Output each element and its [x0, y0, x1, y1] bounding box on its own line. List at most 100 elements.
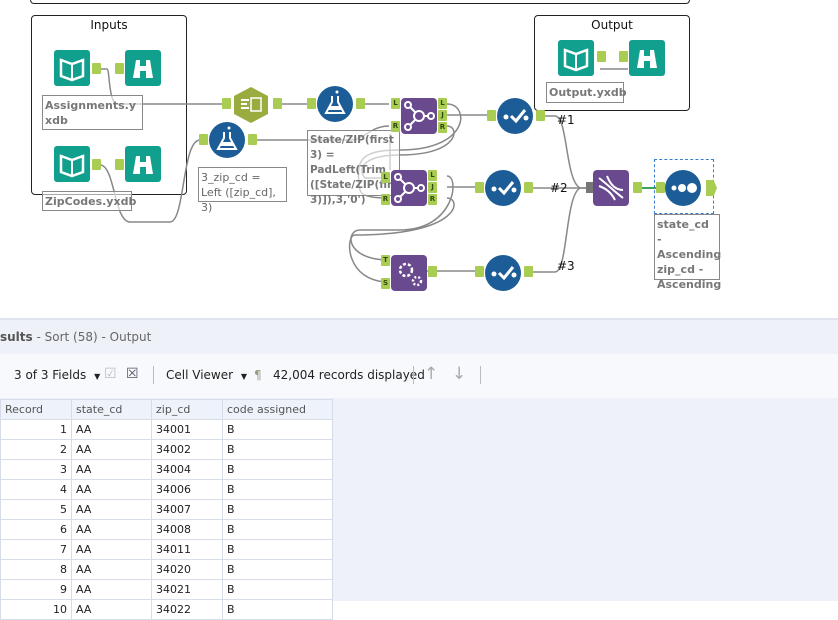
- table-cell[interactable]: 3: [0, 459, 72, 480]
- input-port[interactable]: [222, 98, 231, 109]
- output-data-tool[interactable]: [558, 40, 594, 76]
- table-cell[interactable]: 34021: [151, 579, 223, 600]
- table-cell[interactable]: AA: [71, 439, 152, 460]
- table-row[interactable]: 7 AA 34011 B: [0, 539, 333, 560]
- table-cell[interactable]: AA: [71, 499, 152, 520]
- select-all-icon[interactable]: ☑: [104, 366, 117, 382]
- table-cell[interactable]: 34011: [151, 539, 223, 560]
- table-row[interactable]: 6 AA 34008 B: [0, 519, 333, 540]
- table-row[interactable]: 2 AA 34002 B: [0, 439, 333, 460]
- select-tool-1[interactable]: [497, 98, 533, 134]
- table-cell[interactable]: 34008: [151, 519, 223, 540]
- input-port[interactable]: [115, 63, 124, 74]
- join-left-port[interactable]: L: [391, 98, 400, 109]
- table-cell[interactable]: 34004: [151, 459, 223, 480]
- input-port[interactable]: [199, 134, 208, 145]
- table-cell[interactable]: AA: [71, 559, 152, 580]
- join-right-port[interactable]: R: [391, 121, 400, 132]
- table-cell[interactable]: 34006: [151, 479, 223, 500]
- join-left-port[interactable]: L: [381, 172, 390, 183]
- input-data-tool-assignments[interactable]: [54, 50, 90, 86]
- table-row[interactable]: 5 AA 34007 B: [0, 499, 333, 520]
- output-port[interactable]: [536, 110, 545, 121]
- table-cell[interactable]: 7: [0, 539, 72, 560]
- sort-tool[interactable]: [665, 170, 701, 206]
- table-cell[interactable]: B: [222, 559, 333, 580]
- browse-tool[interactable]: [125, 50, 161, 86]
- table-row[interactable]: 8 AA 34020 B: [0, 559, 333, 580]
- table-row[interactable]: 10 AA 34022 B: [0, 599, 333, 620]
- column-header[interactable]: Record: [0, 399, 72, 420]
- table-cell[interactable]: 5: [0, 499, 72, 520]
- summarize-tool[interactable]: [232, 86, 270, 124]
- column-header[interactable]: code assigned: [222, 399, 333, 420]
- column-header[interactable]: zip_cd: [151, 399, 223, 420]
- table-cell[interactable]: 34002: [151, 439, 223, 460]
- join-join-output[interactable]: J: [428, 182, 437, 193]
- join-right-port[interactable]: R: [381, 194, 390, 205]
- table-cell[interactable]: B: [222, 499, 333, 520]
- output-port[interactable]: [92, 63, 101, 74]
- join-right-output[interactable]: R: [438, 122, 447, 133]
- join-tool-2[interactable]: [391, 170, 427, 206]
- output-port[interactable]: [524, 182, 533, 193]
- table-cell[interactable]: AA: [71, 519, 152, 540]
- output-port[interactable]: [597, 51, 606, 62]
- select-tool-2[interactable]: [485, 170, 521, 206]
- join-left-output[interactable]: L: [428, 170, 437, 181]
- browse-tool[interactable]: [629, 40, 665, 76]
- table-cell[interactable]: AA: [71, 479, 152, 500]
- table-cell[interactable]: 34001: [151, 419, 223, 440]
- arrow-up-icon[interactable]: ↑: [424, 364, 438, 384]
- table-cell[interactable]: AA: [71, 459, 152, 480]
- append-fields-tool[interactable]: [391, 255, 427, 291]
- table-cell[interactable]: 8: [0, 559, 72, 580]
- table-cell[interactable]: 9: [0, 579, 72, 600]
- table-cell[interactable]: B: [222, 479, 333, 500]
- table-cell[interactable]: B: [222, 519, 333, 540]
- join-left-output[interactable]: L: [438, 98, 447, 109]
- table-row[interactable]: 9 AA 34021 B: [0, 579, 333, 600]
- source-port[interactable]: S: [381, 278, 390, 289]
- output-port[interactable]: [524, 266, 533, 277]
- target-port[interactable]: T: [381, 255, 390, 266]
- table-row[interactable]: 4 AA 34006 B: [0, 479, 333, 500]
- table-cell[interactable]: B: [222, 419, 333, 440]
- table-cell[interactable]: B: [222, 459, 333, 480]
- table-cell[interactable]: AA: [71, 599, 152, 620]
- formula-tool-1[interactable]: [317, 86, 353, 122]
- column-header[interactable]: state_cd: [71, 399, 152, 420]
- browse-tool[interactable]: [125, 146, 161, 182]
- table-cell[interactable]: B: [222, 579, 333, 600]
- table-cell[interactable]: 34007: [151, 499, 223, 520]
- input-port[interactable]: [475, 182, 484, 193]
- output-port[interactable]: [633, 182, 642, 193]
- table-row[interactable]: 1 AA 34001 B: [0, 419, 333, 440]
- arrow-down-icon[interactable]: ↓: [452, 364, 466, 384]
- deselect-all-icon[interactable]: ☒: [126, 366, 139, 382]
- table-cell[interactable]: B: [222, 599, 333, 620]
- fields-dropdown[interactable]: 3 of 3 Fields ▼: [14, 368, 100, 382]
- join-tool-1[interactable]: [401, 98, 437, 134]
- input-port[interactable]: [475, 266, 484, 277]
- formula-tool-2[interactable]: [209, 122, 245, 158]
- table-cell[interactable]: AA: [71, 579, 152, 600]
- cell-viewer-dropdown[interactable]: Cell Viewer ▼: [166, 368, 247, 382]
- output-port[interactable]: [248, 134, 257, 145]
- table-cell[interactable]: B: [222, 539, 333, 560]
- input-port[interactable]: [487, 110, 496, 121]
- table-cell[interactable]: AA: [71, 419, 152, 440]
- join-join-output[interactable]: J: [438, 110, 447, 121]
- table-cell[interactable]: 10: [0, 599, 72, 620]
- union-tool[interactable]: [593, 170, 629, 206]
- pilcrow-icon[interactable]: ¶: [254, 368, 262, 382]
- input-port[interactable]: [115, 159, 124, 170]
- join-right-output[interactable]: R: [428, 194, 437, 205]
- output-port[interactable]: [273, 98, 282, 109]
- table-cell[interactable]: 4: [0, 479, 72, 500]
- output-port[interactable]: [356, 98, 365, 109]
- table-cell[interactable]: 2: [0, 439, 72, 460]
- table-row[interactable]: 3 AA 34004 B: [0, 459, 333, 480]
- table-cell[interactable]: 1: [0, 419, 72, 440]
- table-cell[interactable]: 6: [0, 519, 72, 540]
